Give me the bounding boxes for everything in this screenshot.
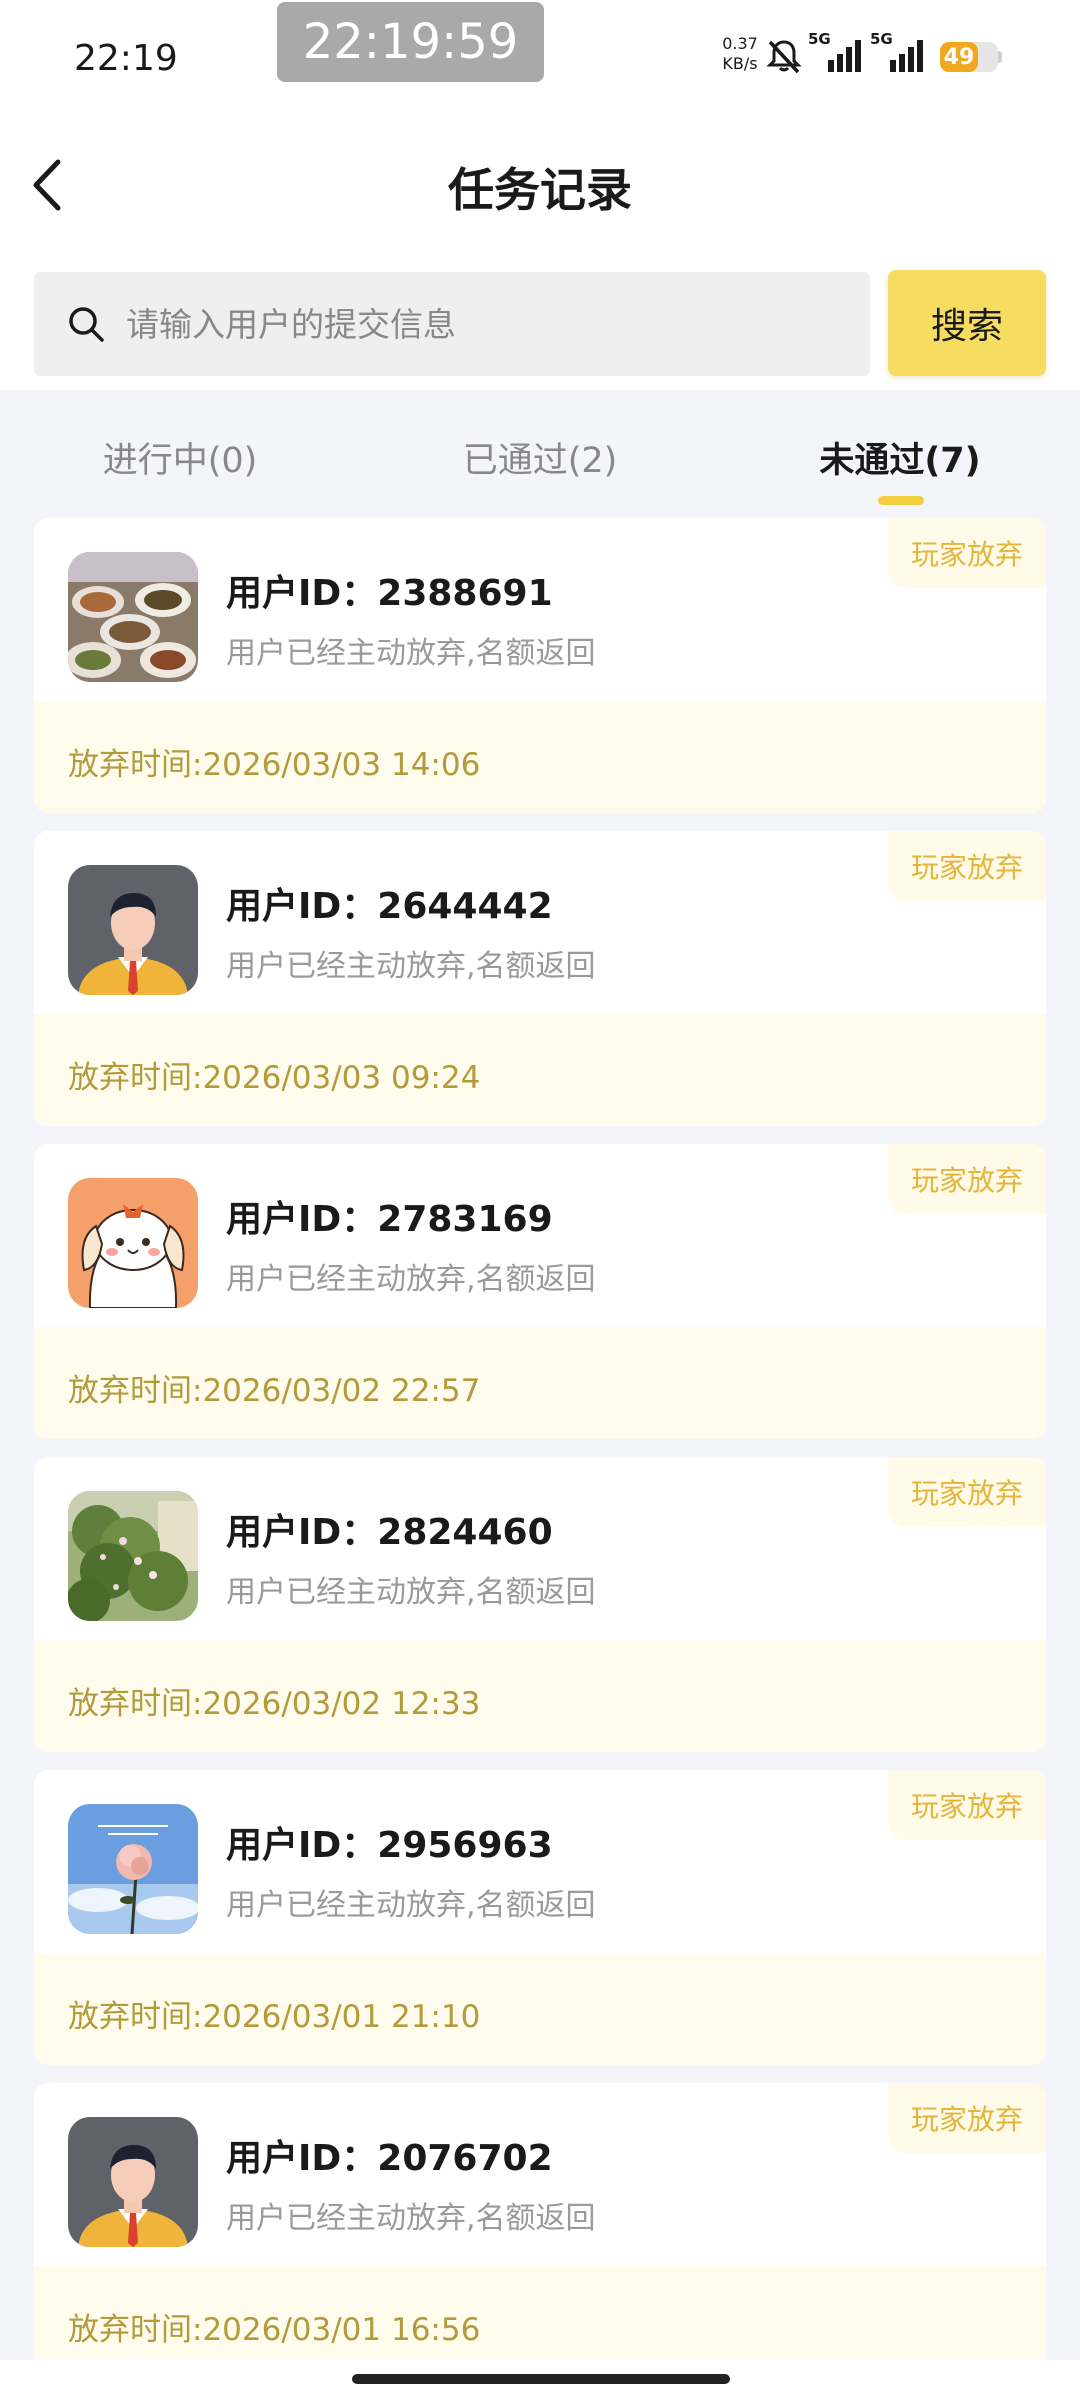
search-button[interactable]: 搜索 [888,270,1046,376]
network-speed: 0.37 KB/s [718,34,762,74]
status-badge: 玩家放弃 [888,2083,1046,2153]
businessman-avatar [68,2117,198,2247]
record-description: 用户已经主动放弃,名额返回 [226,1575,596,1610]
record-description: 用户已经主动放弃,名额返回 [226,2201,596,2236]
battery-level: 49 [940,42,978,72]
record-card[interactable]: 用户ID：2644442 用户已经主动放弃,名额返回 玩家放弃 放弃时间:202… [34,831,1046,1126]
record-card[interactable]: 用户ID：2783169 用户已经主动放弃,名额返回 玩家放弃 放弃时间:202… [34,1144,1046,1439]
home-indicator[interactable] [352,2374,730,2384]
record-card[interactable]: 用户ID：2076702 用户已经主动放弃,名额返回 玩家放弃 放弃时间:202… [34,2083,1046,2378]
garden-photo-avatar [68,1491,198,1621]
record-list: 用户ID：2388691 用户已经主动放弃,名额返回 玩家放弃 放弃时间:202… [34,518,1046,2396]
active-tab-indicator [878,496,924,505]
abandon-time: 放弃时间:2026/03/01 16:56 [68,2312,481,2348]
record-footer: 放弃时间:2026/03/02 22:57 [34,1327,1046,1439]
battery-cap [998,51,1002,63]
user-id: 用户ID：2644442 [226,886,553,927]
abandon-time: 放弃时间:2026/03/01 21:10 [68,1999,481,2035]
record-footer: 放弃时间:2026/03/01 21:10 [34,1953,1046,2065]
tab-bar: 进行中(0) 已通过(2) 未通过(7) [0,392,1080,522]
user-id: 用户ID：2783169 [226,1199,553,1240]
status-badge: 玩家放弃 [888,1770,1046,1840]
user-id: 用户ID：2388691 [226,573,553,614]
abandon-time: 放弃时间:2026/03/03 14:06 [68,747,481,783]
food-photo-avatar [68,552,198,682]
abandon-time: 放弃时间:2026/03/02 12:33 [68,1686,481,1722]
status-bar: 22:19 22:19:59 0.37 KB/s 5G 5G 49 [0,0,1080,110]
abandon-time: 放弃时间:2026/03/03 09:24 [68,1060,481,1096]
record-card[interactable]: 用户ID：2388691 用户已经主动放弃,名额返回 玩家放弃 放弃时间:202… [34,518,1046,813]
signal-5g-secondary-icon: 5G [870,30,923,72]
network-speed-unit: KB/s [722,54,758,73]
network-speed-value: 0.37 [722,34,758,53]
user-id: 用户ID：2076702 [226,2138,553,2179]
abandon-time: 放弃时间:2026/03/02 22:57 [68,1373,481,1409]
status-badge: 玩家放弃 [888,1144,1046,1214]
search-box [34,272,870,376]
bell-muted-icon [766,40,802,74]
status-badge: 玩家放弃 [888,1457,1046,1527]
signal-5g-icon: 5G [808,30,861,72]
record-card[interactable]: 用户ID：2824460 用户已经主动放弃,名额返回 玩家放弃 放弃时间:202… [34,1457,1046,1752]
clock-overlay: 22:19:59 [277,2,544,82]
tab-approved[interactable]: 已通过(2) [360,432,720,483]
record-description: 用户已经主动放弃,名额返回 [226,636,596,671]
record-description: 用户已经主动放弃,名额返回 [226,1888,596,1923]
signal-1-label: 5G [808,30,831,48]
cartoon-dog-avatar [68,1178,198,1308]
status-time: 22:19 [74,38,178,79]
search-icon [69,307,104,342]
tab-in-progress[interactable]: 进行中(0) [0,432,360,483]
tab-rejected[interactable]: 未通过(7) [720,432,1080,483]
page-title: 任务记录 [448,163,632,217]
record-description: 用户已经主动放弃,名额返回 [226,1262,596,1297]
record-card[interactable]: 用户ID：2956963 用户已经主动放弃,名额返回 玩家放弃 放弃时间:202… [34,1770,1046,2065]
status-badge: 玩家放弃 [888,831,1046,901]
rose-sky-avatar [68,1804,198,1934]
user-id: 用户ID：2824460 [226,1512,553,1553]
record-description: 用户已经主动放弃,名额返回 [226,949,596,984]
record-footer: 放弃时间:2026/03/03 09:24 [34,1014,1046,1126]
user-id: 用户ID：2956963 [226,1825,553,1866]
status-badge: 玩家放弃 [888,518,1046,588]
record-footer: 放弃时间:2026/03/02 12:33 [34,1640,1046,1752]
battery-icon: 49 [940,42,1002,72]
record-footer: 放弃时间:2026/03/03 14:06 [34,701,1046,813]
businessman-avatar [68,865,198,995]
search-input[interactable] [126,272,846,376]
search-bar: 搜索 [0,260,1080,390]
signal-2-label: 5G [870,30,893,48]
page-header: 任务记录 [0,110,1080,260]
